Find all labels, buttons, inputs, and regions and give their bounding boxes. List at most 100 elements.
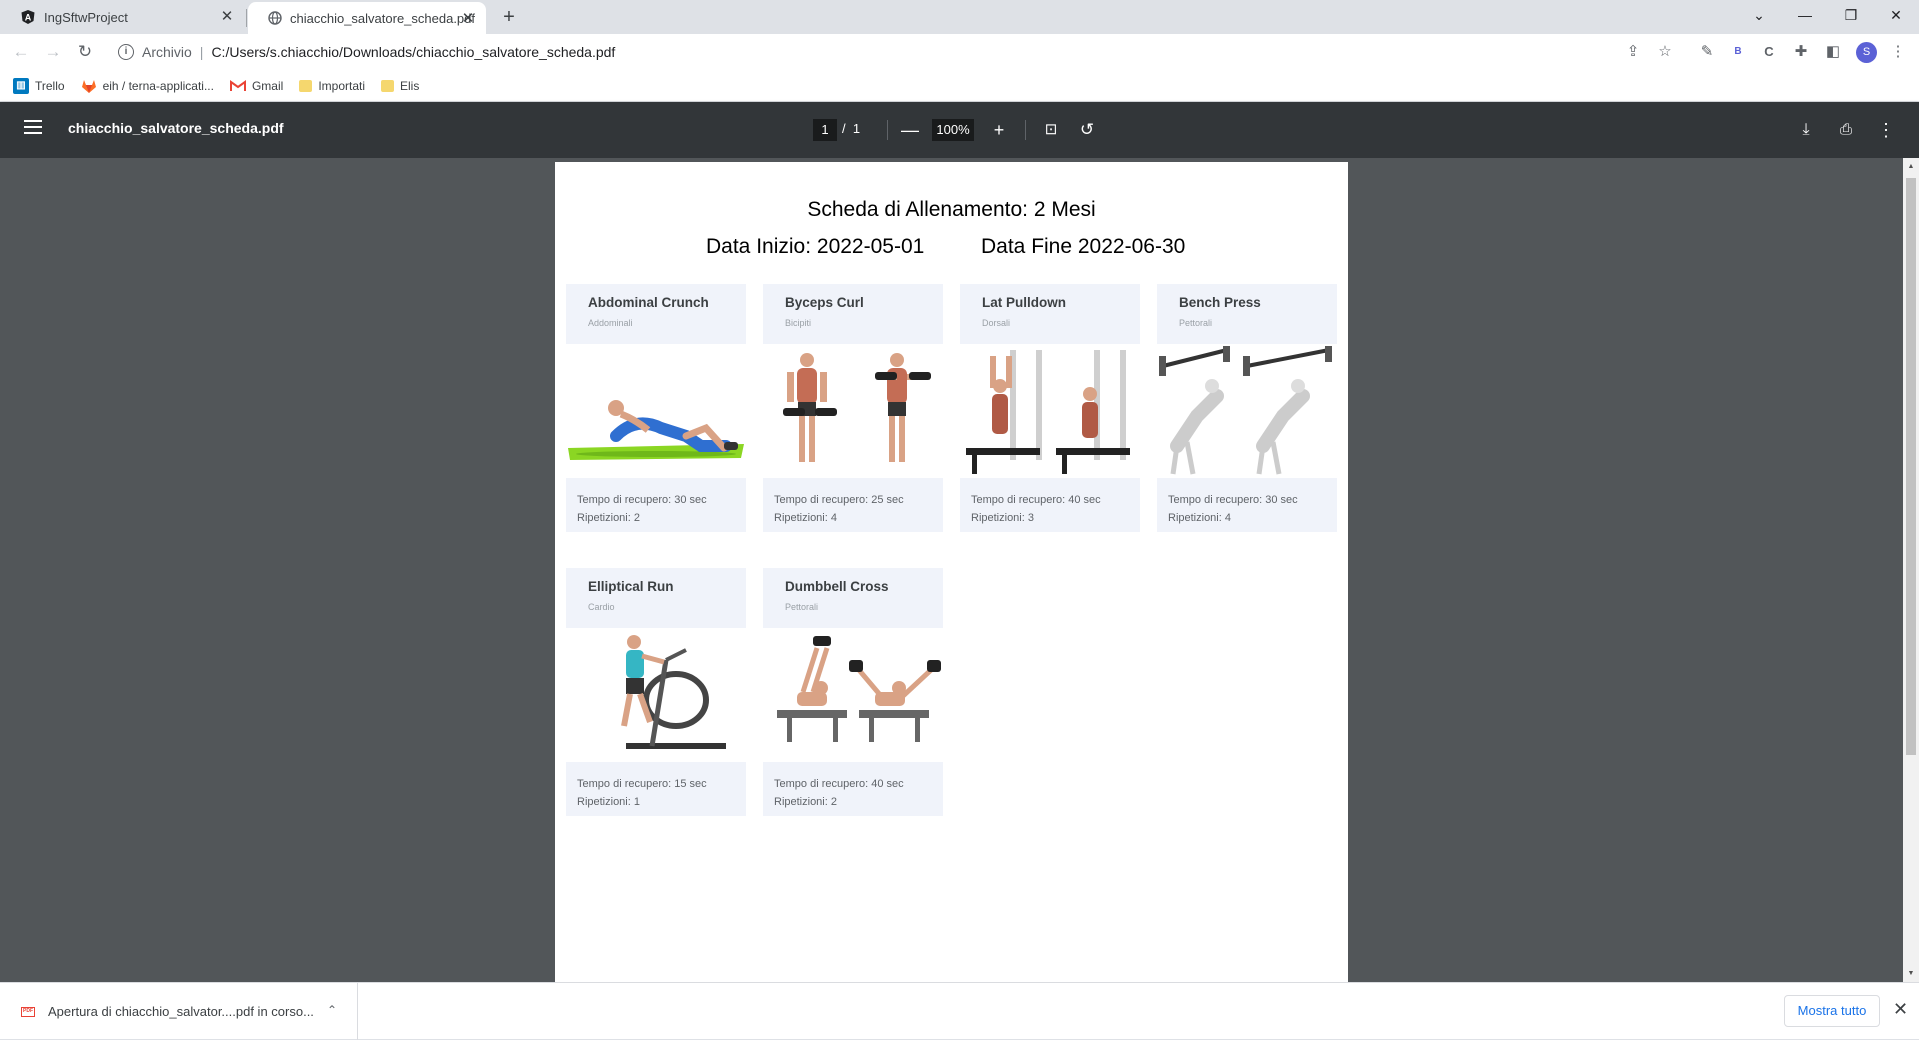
exercise-card: Bench Press Pettorali Tempo di recupero:… <box>1157 284 1337 540</box>
rotate-icon[interactable]: ↺ <box>1075 118 1099 142</box>
exercise-card: Abdominal Crunch Addominali Tempo di rec… <box>566 284 746 540</box>
card-footer: Tempo di recupero: 30 sec Ripetizioni: 4 <box>1157 478 1337 532</box>
card-footer: Tempo di recupero: 40 sec Ripetizioni: 3 <box>960 478 1140 532</box>
repetitions: Ripetizioni: 1 <box>577 796 640 808</box>
tab-title: chiacchio_salvatore_scheda.pdf <box>290 10 476 26</box>
close-tab-icon[interactable]: ✕ <box>460 11 476 27</box>
hamburger-menu-icon[interactable] <box>24 120 42 134</box>
page-number-input[interactable]: 1 <box>813 119 837 141</box>
bookmark-label: Gmail <box>251 78 284 93</box>
muscle-group: Dorsali <box>982 318 1011 328</box>
page-separator: / <box>842 121 846 136</box>
card-header: Elliptical Run Cardio <box>566 568 746 628</box>
muscle-group: Pettorali <box>1179 318 1213 328</box>
bookmark-gitlab[interactable]: eih / terna-applicati... <box>81 78 214 94</box>
tab-divider <box>246 9 247 27</box>
download-item[interactable]: PDF Apertura di chiacchio_salvator....pd… <box>0 983 358 1040</box>
exercise-name: Dumbbell Cross <box>785 579 889 594</box>
exercise-card: Lat Pulldown Dorsali Tempo di recupero: … <box>960 284 1140 540</box>
browser-menu-icon[interactable]: ⋮ <box>1888 42 1908 62</box>
bookmark-star-icon[interactable]: ☆ <box>1655 42 1675 62</box>
total-pages: 1 <box>852 121 861 136</box>
gitlab-icon <box>81 78 97 94</box>
gmail-icon <box>229 78 246 94</box>
profile-avatar[interactable]: S <box>1856 42 1877 63</box>
rest-time: Tempo di recupero: 25 sec <box>774 494 904 506</box>
end-date: Data Fine 2022-06-30 <box>981 235 1186 258</box>
trello-icon: ▥ <box>13 77 29 94</box>
exercise-illustration <box>763 346 943 478</box>
tab-pdf[interactable]: chiacchio_salvatore_scheda.pdf ✕ <box>248 2 486 34</box>
pdf-page: Scheda di Allenamento: 2 Mesi Data Inizi… <box>555 162 1348 982</box>
svg-text:A: A <box>25 13 32 23</box>
extension-b-icon[interactable]: B <box>1728 42 1748 62</box>
scrollbar-thumb[interactable] <box>1906 178 1916 755</box>
tab-title: IngSftwProject <box>44 9 128 25</box>
repetitions: Ripetizioni: 3 <box>971 512 1034 524</box>
restore-button[interactable]: ❐ <box>1828 0 1874 30</box>
pdf-toolbar: chiacchio_salvatore_scheda.pdf 1 / 1 — 1… <box>0 102 1919 158</box>
tab-strip: A IngSftwProject ✕ chiacchio_salvatore_s… <box>0 0 1919 34</box>
card-footer: Tempo di recupero: 30 sec Ripetizioni: 2 <box>566 478 746 532</box>
scroll-up-icon[interactable]: ▲ <box>1906 162 1916 172</box>
address-bar[interactable]: i Archivio | C:/Users/s.chiacchio/Downlo… <box>110 38 1670 66</box>
bookmark-folder-elis[interactable]: Elis <box>381 79 419 93</box>
tab-ingsftwproject[interactable]: A IngSftwProject ✕ <box>0 0 245 34</box>
tab-search-icon[interactable]: ⌄ <box>1736 0 1782 30</box>
print-icon[interactable]: ⎙ <box>1834 118 1858 142</box>
chevron-up-icon[interactable]: ⌃ <box>327 1003 337 1017</box>
bookmark-trello[interactable]: ▥ Trello <box>13 77 65 94</box>
fit-to-page-icon[interactable]: ⊡ <box>1039 118 1063 142</box>
url-text[interactable]: C:/Users/s.chiacchio/Downloads/chiacchio… <box>211 44 615 60</box>
zoom-input[interactable]: 100% <box>932 119 974 141</box>
zoom-out-icon[interactable]: — <box>898 118 922 142</box>
exercise-illustration <box>960 346 1140 478</box>
globe-icon <box>268 10 282 26</box>
exercise-name: Elliptical Run <box>588 579 674 594</box>
reload-icon[interactable]: ↻ <box>75 42 95 62</box>
exercise-card: Elliptical Run Cardio Tempo di recupero:… <box>566 568 746 824</box>
muscle-group: Cardio <box>588 602 615 612</box>
bookmark-folder-importati[interactable]: Importati <box>299 79 365 93</box>
card-header: Dumbbell Cross Pettorali <box>763 568 943 628</box>
side-panel-icon[interactable]: ◧ <box>1823 42 1843 62</box>
close-tab-icon[interactable]: ✕ <box>219 9 235 25</box>
close-downloads-icon[interactable]: ✕ <box>1893 999 1908 1020</box>
muscle-group: Addominali <box>588 318 633 328</box>
info-icon[interactable]: i <box>118 44 134 60</box>
minimize-button[interactable]: — <box>1782 0 1828 30</box>
extensions-puzzle-icon[interactable]: ✚ <box>1791 42 1811 62</box>
repetitions: Ripetizioni: 2 <box>577 512 640 524</box>
back-icon[interactable]: ← <box>11 42 31 62</box>
muscle-group: Pettorali <box>785 602 819 612</box>
toolbar-divider <box>887 120 888 140</box>
exercise-illustration <box>1157 346 1337 478</box>
exercise-card: Byceps Curl Bicipiti Tempo di recupero: … <box>763 284 943 540</box>
bookmark-label: Importati <box>318 78 365 93</box>
bookmark-gmail[interactable]: Gmail <box>229 78 284 94</box>
download-icon[interactable]: ⤓ <box>1794 118 1818 142</box>
muscle-group: Bicipiti <box>785 318 812 328</box>
extension-c-icon[interactable]: C <box>1759 42 1779 62</box>
start-date: Data Inizio: 2022-05-01 <box>706 235 925 258</box>
bookmark-label: eih / terna-applicati... <box>102 78 214 93</box>
rest-time: Tempo di recupero: 30 sec <box>1168 494 1298 506</box>
card-footer: Tempo di recupero: 40 sec Ripetizioni: 2 <box>763 762 943 816</box>
downloads-bar: PDF Apertura di chiacchio_salvator....pd… <box>0 982 1919 1040</box>
exercise-name: Bench Press <box>1179 295 1261 310</box>
exercise-illustration <box>566 346 746 478</box>
bookmark-label: Elis <box>400 78 420 93</box>
card-header: Lat Pulldown Dorsali <box>960 284 1140 344</box>
exercise-illustration <box>763 630 943 762</box>
show-all-button[interactable]: Mostra tutto <box>1784 995 1880 1027</box>
zoom-in-icon[interactable]: + <box>987 118 1011 142</box>
forward-icon[interactable]: → <box>43 42 63 62</box>
scroll-down-icon[interactable]: ▼ <box>1906 969 1916 979</box>
card-footer: Tempo di recupero: 15 sec Ripetizioni: 1 <box>566 762 746 816</box>
more-actions-icon[interactable]: ⋮ <box>1874 118 1898 142</box>
share-icon[interactable]: ⇪ <box>1623 42 1643 62</box>
eyedropper-extension-icon[interactable]: ✎ <box>1697 42 1717 62</box>
close-window-button[interactable]: ✕ <box>1873 0 1919 30</box>
omnibox-separator: | <box>199 44 204 60</box>
new-tab-button[interactable]: + <box>498 6 520 28</box>
